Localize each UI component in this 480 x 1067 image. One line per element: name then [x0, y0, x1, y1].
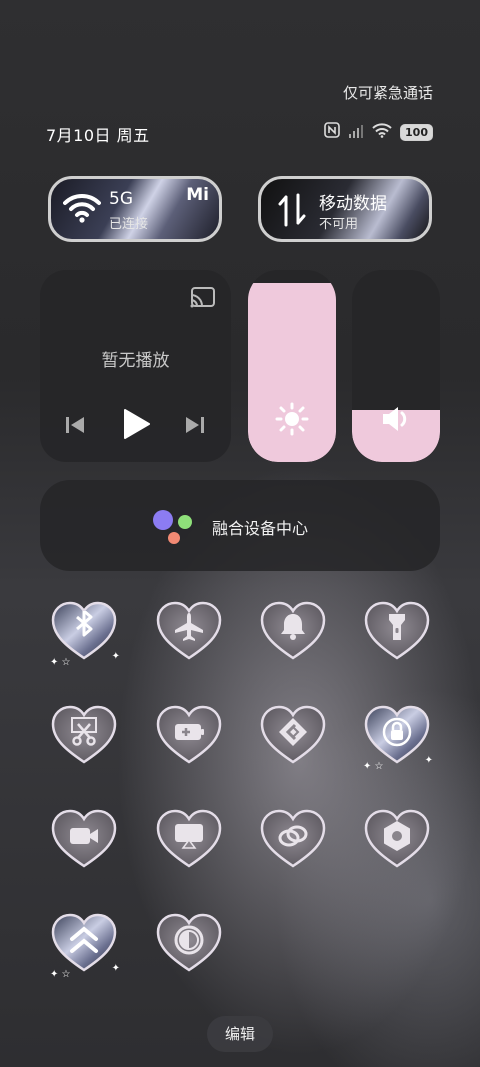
mobile-data-toggle[interactable]: 移动数据 不可用	[258, 176, 432, 242]
airplay-icon	[175, 824, 203, 849]
bluetooth-icon	[76, 611, 93, 637]
sun-icon	[275, 402, 309, 440]
status-icons: 100	[324, 122, 433, 142]
flashlight-toggle[interactable]	[363, 600, 431, 662]
flashlight-icon	[389, 614, 405, 640]
scissors-icon	[71, 717, 97, 746]
settings-toggle[interactable]	[363, 808, 431, 870]
screen-record-toggle[interactable]	[50, 808, 118, 870]
sparkle-icon: ✦	[111, 963, 120, 974]
sparkle-icon: ✦ ☆	[50, 657, 71, 668]
screen-cast-toggle[interactable]	[155, 808, 223, 870]
diamond-link-icon	[279, 718, 307, 746]
device-hub-tile[interactable]: 融合设备中心	[40, 480, 440, 571]
edit-button[interactable]: 编辑	[207, 1016, 273, 1052]
device-hub-label: 融合设备中心	[212, 519, 309, 538]
cast-icon[interactable]	[189, 286, 217, 314]
video-camera-icon	[70, 828, 98, 844]
sparkle-icon: ✦ ☆	[50, 969, 71, 980]
media-title: 暂无播放	[101, 351, 170, 371]
battery-indicator: 100	[400, 123, 433, 141]
mi-badge: Mi	[186, 185, 209, 205]
media-player-tile[interactable]: 暂无播放	[40, 270, 231, 462]
wifi-status: 已连接	[109, 217, 149, 232]
screenshot-toggle[interactable]	[50, 704, 118, 766]
play-icon[interactable]	[122, 408, 150, 444]
rotation-lock-toggle[interactable]: ✦ ☆ ✦	[363, 704, 433, 772]
bluetooth-toggle[interactable]: ✦ ☆ ✦	[50, 600, 120, 668]
sparkle-icon: ✦	[424, 755, 433, 766]
dark-mode-toggle[interactable]	[155, 912, 223, 974]
airplane-mode-toggle[interactable]	[155, 600, 223, 662]
data-saver-toggle[interactable]: ✦ ☆ ✦	[50, 912, 120, 980]
speaker-icon	[380, 404, 412, 438]
wifi-toggle[interactable]: 5G 已连接 Mi	[48, 176, 222, 242]
battery-plus-icon	[175, 724, 204, 740]
mobile-data-label: 移动数据	[319, 194, 387, 214]
silent-toggle[interactable]	[259, 600, 327, 662]
date-text: 7月10日 周五	[46, 126, 150, 145]
volume-slider[interactable]	[352, 270, 440, 462]
contrast-icon	[174, 925, 204, 955]
rotation-lock-icon	[382, 717, 412, 747]
cast-toggle[interactable]	[259, 704, 327, 766]
wifi-icon	[63, 191, 101, 229]
next-icon[interactable]	[184, 414, 206, 440]
mobile-data-status: 不可用	[319, 217, 359, 232]
sparkle-icon: ✦	[111, 651, 120, 662]
nfc-icon	[324, 122, 340, 142]
previous-icon[interactable]	[64, 414, 86, 440]
wifi-name: 5G	[109, 189, 133, 209]
sparkle-icon: ✦ ☆	[363, 761, 384, 772]
wifi-icon	[372, 122, 392, 142]
airplane-icon	[175, 613, 203, 641]
hotspot-toggle[interactable]	[259, 808, 327, 870]
battery-saver-toggle[interactable]	[155, 704, 223, 766]
emergency-calls-text: 仅可紧急通话	[342, 84, 433, 102]
double-chevron-up-icon	[70, 926, 98, 953]
brightness-slider[interactable]	[248, 270, 336, 462]
data-arrows-icon	[277, 193, 307, 231]
bell-icon	[281, 614, 305, 640]
signal-bars-icon	[348, 123, 364, 142]
link-rings-icon	[278, 825, 308, 847]
gear-icon	[384, 821, 410, 851]
